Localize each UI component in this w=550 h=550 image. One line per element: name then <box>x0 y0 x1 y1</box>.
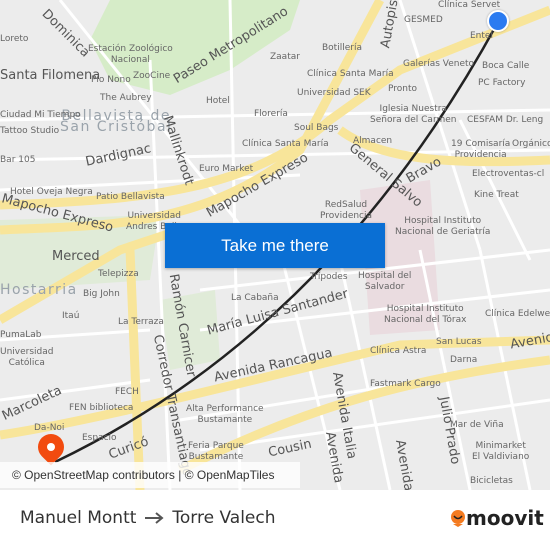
map-label: Darna <box>450 355 478 365</box>
map-label: Universidad SEK <box>297 88 371 98</box>
route-title: Manuel Montt Torre Valech <box>20 508 276 528</box>
origin-marker[interactable] <box>487 10 509 32</box>
map-label: Universidad Católica <box>0 347 54 368</box>
map-label: GESMED <box>404 15 443 25</box>
map-label: CESFAM Dr. Leng <box>467 115 544 125</box>
map-label: 19 Comisaría Providencia <box>451 139 511 160</box>
map-label: Clínica Astra <box>370 346 427 356</box>
moovit-pin-icon <box>451 510 465 527</box>
map-label: Hospital del Salvador <box>358 271 412 292</box>
map-label: Estación Zoológico Nacional <box>88 44 173 65</box>
map-label: Big John <box>83 289 120 299</box>
map-label: Clínica Santa María <box>242 139 329 149</box>
map-label: Hospital Instituto Nacional del Tórax <box>384 304 467 325</box>
map-label: Kine Treat <box>474 190 519 200</box>
map-label: Pronto <box>388 84 418 94</box>
map-label: Galerías Veneto <box>403 59 475 69</box>
map-label: Alta Performance Bustamante <box>186 404 264 425</box>
map-label: Zaatar <box>270 52 300 62</box>
moovit-logo: moovit <box>450 506 544 530</box>
map-label: ZooCine <box>133 71 171 81</box>
map-label: Telepizza <box>98 269 139 279</box>
map-label: Soul Bags <box>294 123 339 133</box>
map-label: PumaLab <box>0 330 42 340</box>
map-label: Da-Noi <box>34 423 65 433</box>
map-label: Trípodes <box>310 272 348 282</box>
map-label: Fastmark Cargo <box>370 379 441 389</box>
origin-name: Manuel Montt <box>20 508 137 528</box>
map-label: Electroventas-cl <box>472 169 545 179</box>
map-label: Ciudad Mi Tiempo <box>0 110 81 120</box>
map-attribution[interactable]: © OpenStreetMap contributors | © OpenMap… <box>0 462 300 488</box>
map-label: Bar 105 <box>0 155 36 165</box>
map-label: Hospital Instituto Nacional de Geriatría <box>395 216 491 237</box>
map-label: Clínica Edelweiss <box>485 309 550 319</box>
footer: Manuel Montt Torre Valech moovit <box>0 490 550 550</box>
map-label: Clínica Servet <box>438 0 501 10</box>
map-label: Minimarket El Valdiviano <box>472 441 530 462</box>
map-label: Hotel <box>206 96 230 106</box>
map-label: PC Factory <box>478 78 526 88</box>
map-label: Florería <box>254 109 288 119</box>
logo-text: moovit <box>466 506 544 530</box>
map-view[interactable]: Dominica Estación Zoológico Nacional Zoo… <box>0 0 550 490</box>
map-label: Merced <box>52 249 100 264</box>
map-label: Espacio <box>82 433 117 443</box>
map-label: Orgánico <box>512 139 550 149</box>
map-label: La Cabaña <box>231 293 279 303</box>
map-label: Clínica Santa María <box>307 69 394 79</box>
district-label: Hostarria <box>0 282 78 298</box>
map-label: Santa Filomena <box>0 68 101 83</box>
map-label: La Terraza <box>118 317 164 327</box>
map-label: Tattoo Studio <box>0 126 60 136</box>
map-label: Botillería <box>322 43 362 53</box>
map-label: Loreto <box>0 34 29 44</box>
map-label: Itaú <box>62 311 80 321</box>
map-label: Pío Nono <box>91 75 131 85</box>
map-label: FECH <box>115 387 139 397</box>
map-label: San Lucas <box>436 337 482 347</box>
map-label: Mar de Viña <box>450 420 504 430</box>
take-me-there-button[interactable]: Take me there <box>165 223 385 268</box>
map-label: Entel <box>470 31 493 41</box>
map-label: Euro Market <box>199 164 254 174</box>
destination-name: Torre Valech <box>172 508 276 528</box>
arrow-right-icon <box>145 512 164 524</box>
map-label: Iglesia Nuestra Señora del Carmen <box>370 104 457 125</box>
map-label: Patio Bellavista <box>96 192 165 202</box>
map-label: RedSalud Providencia <box>320 200 373 221</box>
map-label: Bicicletas <box>470 476 513 486</box>
map-label: Boca Calle <box>482 61 530 71</box>
map-label: FEN biblioteca <box>69 403 134 413</box>
map-label: Feria Parque Bustamante <box>188 441 244 462</box>
map-label: The Aubrey <box>100 93 152 103</box>
